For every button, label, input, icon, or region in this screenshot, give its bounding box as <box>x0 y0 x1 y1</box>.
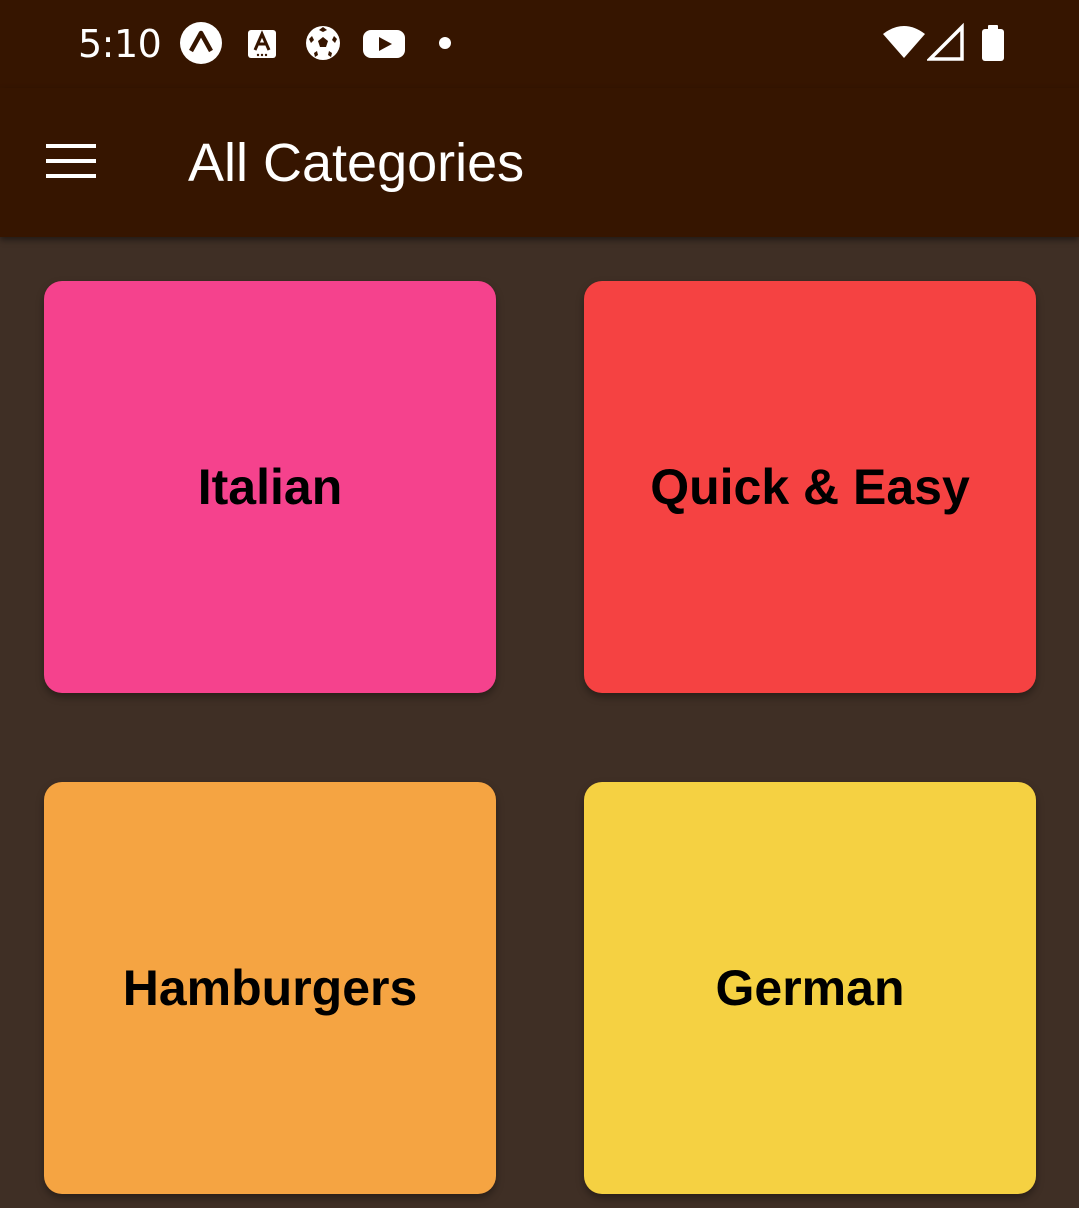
more-dot-icon <box>439 37 451 49</box>
status-time: 5:10 <box>78 22 162 66</box>
category-tile-german[interactable]: German <box>584 782 1036 1194</box>
page-title: All Categories <box>188 133 525 193</box>
category-label: Quick & Easy <box>650 459 970 515</box>
font-app-icon <box>248 30 276 58</box>
wifi-icon <box>883 26 925 58</box>
expo-icon <box>180 22 222 64</box>
soccer-ball-icon <box>306 26 340 60</box>
status-bar: 5:10 <box>0 0 1079 88</box>
category-label: German <box>715 960 905 1016</box>
category-tile-italian[interactable]: Italian <box>44 281 496 693</box>
youtube-icon <box>363 30 405 58</box>
category-tile-quick-easy[interactable]: Quick & Easy <box>584 281 1036 693</box>
app-bar: All Categories <box>0 88 1079 237</box>
category-label: Italian <box>197 459 343 515</box>
category-grid: Italian Quick & Easy Hamburgers German <box>0 237 1079 1208</box>
category-label: Hamburgers <box>122 960 418 1016</box>
hamburger-menu-icon <box>46 144 96 178</box>
menu-button[interactable] <box>38 136 104 186</box>
cell-signal-icon <box>927 22 964 61</box>
category-tile-hamburgers[interactable]: Hamburgers <box>44 782 496 1194</box>
battery-icon <box>982 25 1004 61</box>
